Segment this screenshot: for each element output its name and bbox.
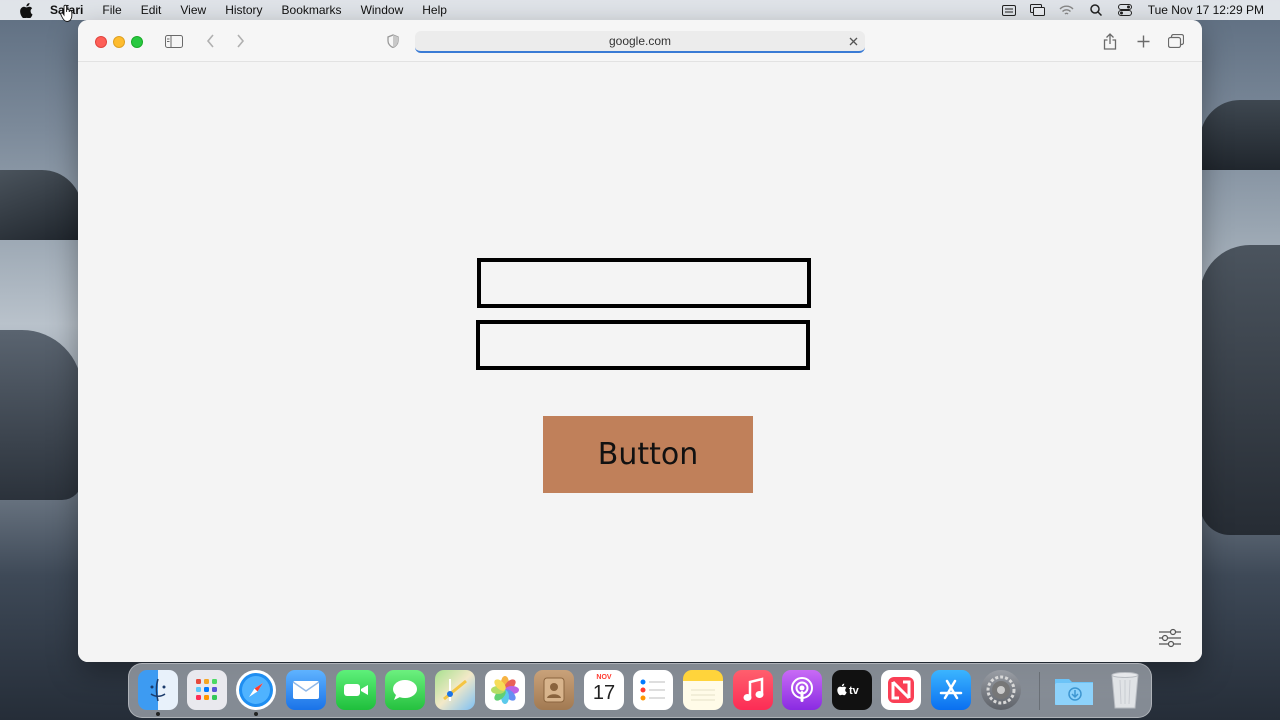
news-icon[interactable] (881, 670, 921, 710)
calendar-icon[interactable]: NOV 17 (584, 670, 624, 710)
system-preferences-gear-icon[interactable] (981, 670, 1021, 710)
safari-window: google.com Button (78, 20, 1202, 662)
mouse-pointer-icon (60, 3, 74, 23)
spotlight-search-icon[interactable] (1088, 3, 1104, 17)
notes-icon[interactable] (683, 670, 723, 710)
menu-view[interactable]: View (180, 3, 206, 17)
menu-window[interactable]: Window (361, 3, 404, 17)
sliders-settings-icon[interactable] (1158, 628, 1182, 648)
calendar-day: 17 (592, 681, 616, 704)
trash-icon[interactable] (1105, 670, 1145, 710)
second-text-field[interactable] (476, 320, 810, 370)
finder-running-dot (156, 712, 160, 716)
calendar-month: NOV (596, 673, 612, 681)
app-store-icon[interactable] (931, 670, 971, 710)
menu-help[interactable]: Help (422, 3, 447, 17)
menu-file[interactable]: File (102, 3, 121, 17)
minimize-window-button[interactable] (113, 36, 125, 48)
facetime-icon[interactable] (336, 670, 376, 710)
browser-toolbar: google.com (78, 20, 1202, 62)
new-tab-plus-icon[interactable] (1133, 32, 1153, 50)
mail-icon[interactable] (286, 670, 326, 710)
zoom-window-button[interactable] (131, 36, 143, 48)
privacy-shield-icon[interactable] (383, 32, 403, 50)
reader-icon[interactable] (1001, 3, 1017, 17)
desktop-rock (0, 330, 82, 500)
dock: NOV 17 tv (128, 663, 1152, 718)
share-icon[interactable] (1100, 32, 1120, 50)
apple-tv-icon[interactable]: tv (832, 670, 872, 710)
back-chevron-icon[interactable] (200, 32, 220, 50)
safari-running-dot (254, 712, 258, 716)
launchpad-icon[interactable] (187, 670, 227, 710)
address-bar-url: google.com (608, 34, 672, 48)
web-page-content: Button (78, 62, 1202, 662)
downloads-folder-icon[interactable] (1053, 670, 1093, 710)
desktop-rock (0, 170, 82, 240)
desktop-rock (1200, 100, 1280, 170)
podcasts-icon[interactable] (782, 670, 822, 710)
safari-compass-icon[interactable] (236, 670, 276, 710)
tab-overview-icon[interactable] (1166, 32, 1186, 50)
address-bar[interactable]: google.com (415, 31, 865, 53)
apple-menu-icon[interactable] (18, 0, 34, 20)
clear-url-icon[interactable] (845, 33, 861, 49)
dock-separator (1039, 672, 1040, 710)
control-center-icon[interactable] (1117, 3, 1133, 17)
close-window-button[interactable] (95, 36, 107, 48)
sidebar-toggle-icon[interactable] (164, 32, 184, 50)
status-area: Tue Nov 17 12:29 PM (1001, 0, 1280, 20)
music-icon[interactable] (733, 670, 773, 710)
messages-icon[interactable] (385, 670, 425, 710)
svg-text:tv: tv (849, 685, 860, 697)
contacts-icon[interactable] (534, 670, 574, 710)
menu-history[interactable]: History (225, 3, 262, 17)
menu-bar: Safari File Edit View History Bookmarks … (0, 0, 1280, 20)
menu-bookmarks[interactable]: Bookmarks (282, 3, 342, 17)
menu-clock[interactable]: Tue Nov 17 12:29 PM (1148, 3, 1264, 17)
forward-chevron-icon[interactable] (230, 32, 250, 50)
maps-icon[interactable] (435, 670, 475, 710)
first-text-field[interactable] (477, 258, 811, 308)
screen-mirroring-icon[interactable] (1030, 3, 1046, 17)
page-button[interactable]: Button (543, 416, 753, 493)
finder-icon[interactable] (138, 670, 178, 710)
wifi-icon[interactable] (1059, 3, 1075, 17)
reminders-icon[interactable] (633, 670, 673, 710)
menu-edit[interactable]: Edit (141, 3, 162, 17)
photos-icon[interactable] (485, 670, 525, 710)
desktop-rock (1200, 245, 1280, 535)
